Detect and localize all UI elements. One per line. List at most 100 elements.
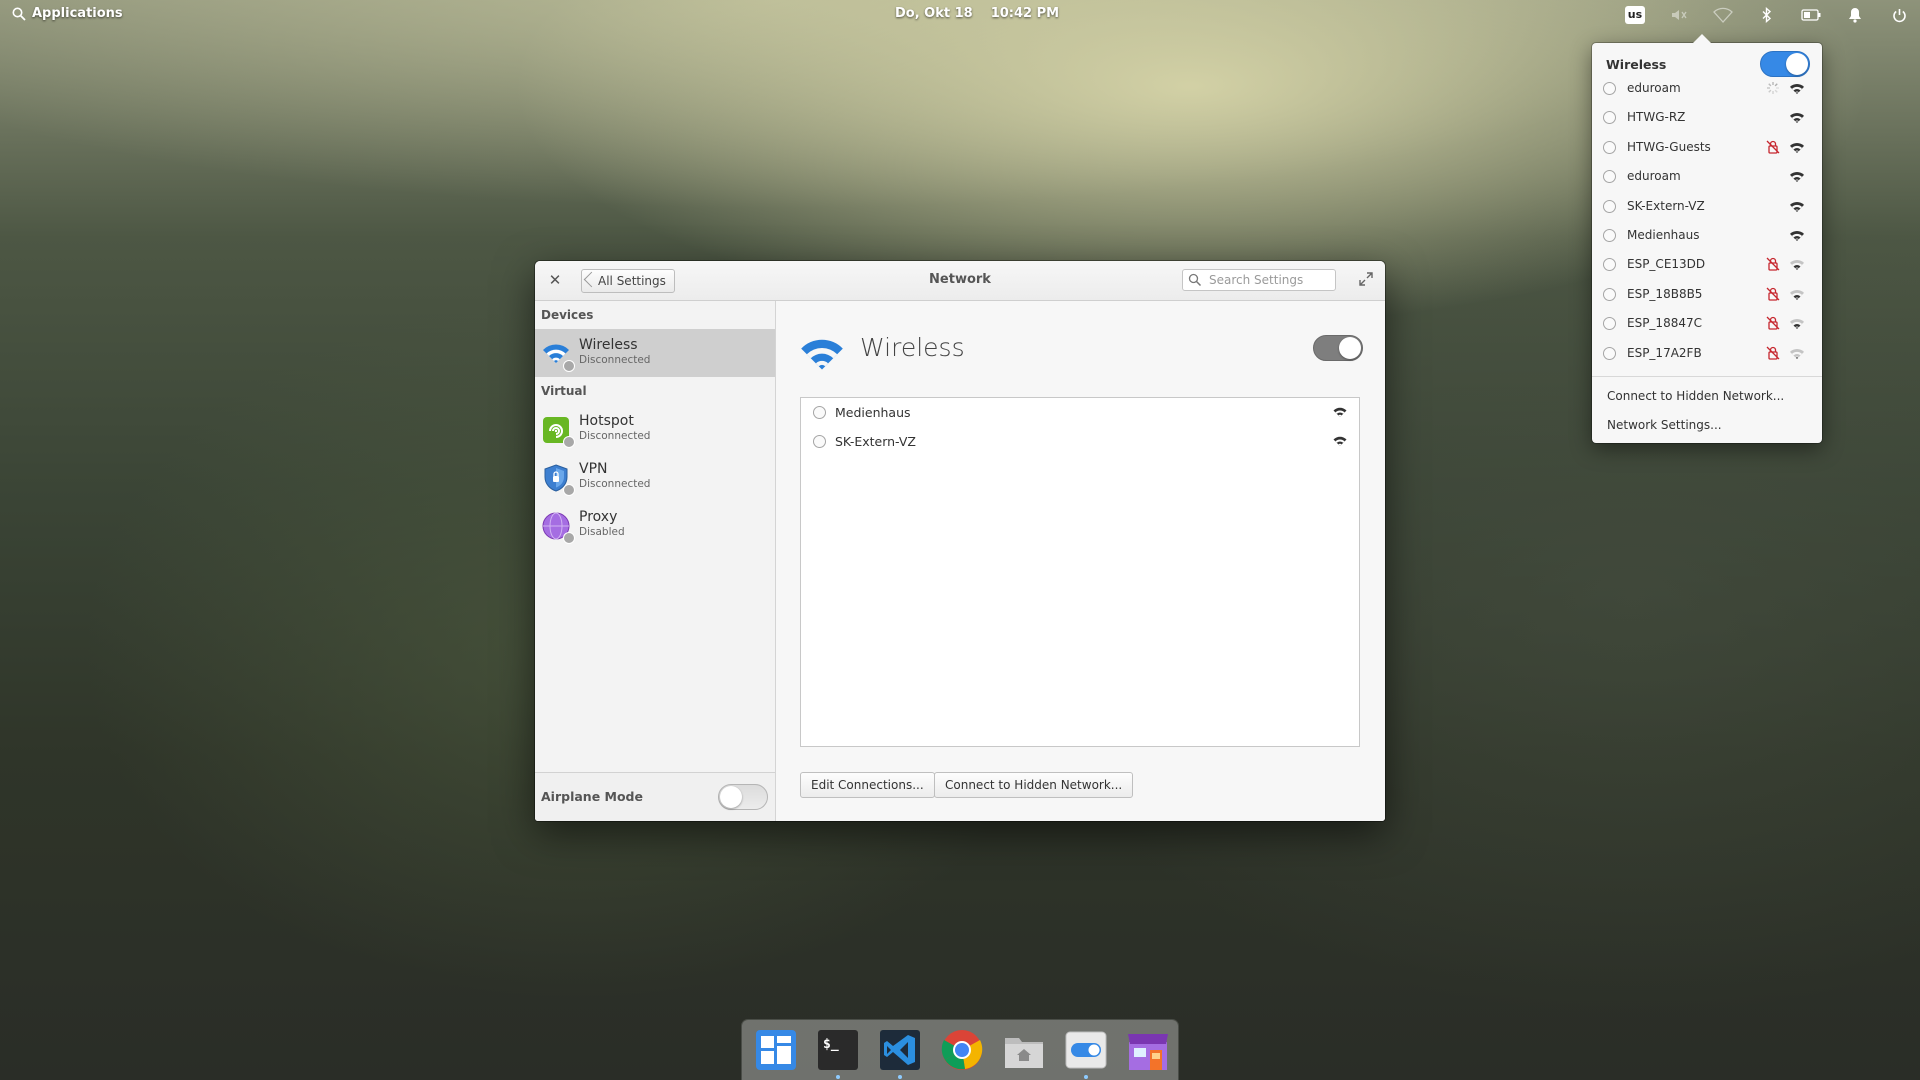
dock-item-terminal[interactable]: $_ (816, 1028, 860, 1072)
network-name: ESP_18847C (1627, 316, 1702, 331)
airplane-mode-label: Airplane Mode (541, 789, 643, 804)
network-name: HTWG-RZ (1627, 110, 1686, 125)
wifi-signal-icon (1789, 172, 1805, 183)
edit-connections-button[interactable]: Edit Connections... (800, 772, 935, 798)
sidebar-item-wireless[interactable]: Wireless Disconnected (535, 329, 775, 377)
insecure-lock-icon (1766, 140, 1780, 154)
sidebar-item-hotspot[interactable]: Hotspot Disconnected (535, 405, 775, 453)
vscode-icon (880, 1030, 920, 1070)
switch-knob (1339, 337, 1361, 359)
switch-knob (720, 786, 742, 808)
sidebar-item-label: Proxy (579, 509, 618, 525)
network-radio[interactable] (813, 435, 826, 448)
network-name: eduroam (1627, 169, 1681, 184)
network-radio[interactable] (1603, 82, 1616, 95)
wifi-signal-icon (1789, 201, 1805, 212)
session-indicator[interactable] (1888, 4, 1910, 26)
running-indicator (898, 1075, 902, 1079)
network-radio[interactable] (1603, 317, 1616, 331)
network-radio[interactable] (1603, 170, 1616, 184)
multitasking-view-icon (756, 1030, 796, 1070)
dock-item-chrome[interactable] (940, 1028, 984, 1072)
network-radio[interactable] (1603, 140, 1616, 154)
maximize-button[interactable] (1359, 272, 1375, 288)
search-box[interactable] (1182, 269, 1336, 291)
wifi-signal-icon (1789, 113, 1805, 124)
indicator-area: us (1624, 4, 1910, 26)
status-dot (563, 532, 575, 544)
connect-hidden-network-item[interactable]: Connect to Hidden Network... (1607, 389, 1784, 403)
applications-menu[interactable]: Applications (12, 6, 123, 21)
running-indicator (1084, 1075, 1088, 1079)
airplane-mode-bar: Airplane Mode (535, 772, 775, 821)
sidebar-item-label: VPN (579, 461, 608, 477)
list-item[interactable]: ESP_17A2FB (1592, 339, 1822, 368)
list-item[interactable]: SK-Extern-VZ (1592, 192, 1822, 221)
maximize-icon (1359, 272, 1373, 286)
system-settings-icon (1065, 1031, 1107, 1069)
list-item[interactable]: eduroam (1592, 74, 1822, 103)
dock-item-system-settings[interactable] (1064, 1028, 1108, 1072)
wireless-switch[interactable] (1313, 335, 1363, 361)
svg-text:$_: $_ (823, 1037, 839, 1052)
network-indicator[interactable] (1712, 4, 1734, 26)
connect-hidden-network-button[interactable]: Connect to Hidden Network... (934, 772, 1134, 798)
dock-item-vscode[interactable] (878, 1028, 922, 1072)
running-indicator (836, 1075, 840, 1079)
network-name: ESP_CE13DD (1627, 257, 1706, 272)
search-input[interactable] (1207, 272, 1331, 288)
status-dot (563, 436, 575, 448)
wifi-signal-icon (1789, 348, 1805, 359)
list-item[interactable]: HTWG-Guests (1592, 133, 1822, 162)
keyboard-layout-label: us (1624, 6, 1646, 24)
network-radio[interactable] (1603, 229, 1616, 242)
network-radio[interactable] (1603, 287, 1616, 301)
list-item[interactable]: ESP_CE13DD (1592, 250, 1822, 279)
network-radio[interactable] (1603, 346, 1616, 360)
network-name: ESP_17A2FB (1627, 345, 1702, 360)
sound-indicator[interactable] (1668, 4, 1690, 26)
network-sidebar: Devices Wireless Disconnected Virtual Ho… (535, 301, 776, 821)
airplane-mode-switch[interactable] (718, 784, 768, 810)
wifi-disconnected-icon (1713, 7, 1733, 23)
list-item[interactable]: eduroam (1592, 162, 1822, 191)
keyboard-indicator[interactable]: us (1624, 4, 1646, 26)
network-settings-item[interactable]: Network Settings... (1607, 418, 1722, 432)
sidebar-item-label: Hotspot (579, 413, 634, 429)
devices-heading: Devices (541, 308, 594, 322)
network-settings-window: ✕ All Settings Network Devices (535, 261, 1385, 821)
list-item[interactable]: ESP_18847C (1592, 309, 1822, 338)
bluetooth-indicator[interactable] (1756, 4, 1778, 26)
power-indicator[interactable] (1800, 4, 1822, 26)
date-time-indicator[interactable]: Do, Okt 18 10:42 PM (895, 6, 1059, 21)
dock-item-multitasking[interactable] (754, 1028, 798, 1072)
network-name: Medienhaus (1627, 228, 1700, 242)
search-icon (12, 7, 26, 21)
sidebar-item-proxy[interactable]: Proxy Disabled (535, 501, 775, 549)
network-name: eduroam (1627, 81, 1681, 95)
wifi-signal-icon (1789, 83, 1805, 94)
appcenter-icon (1128, 1034, 1168, 1070)
list-item[interactable]: Medienhaus (801, 398, 1359, 427)
network-radio[interactable] (1603, 199, 1616, 213)
virtual-heading: Virtual (541, 384, 587, 398)
network-radio[interactable] (1603, 258, 1616, 272)
wifi-signal-icon (1789, 230, 1805, 241)
network-popover: Wireless eduroam HTWG-RZ HTWG-Guests eduroa… (1592, 34, 1822, 443)
list-item[interactable]: HTWG-RZ (1592, 103, 1822, 132)
list-item[interactable]: Medienhaus (1592, 221, 1822, 250)
list-item[interactable]: ESP_18B8B5 (1592, 280, 1822, 309)
wireless-network-list: Medienhaus SK-Extern-VZ (800, 397, 1360, 747)
sidebar-item-status: Disconnected (579, 478, 651, 490)
notifications-indicator[interactable] (1844, 4, 1866, 26)
network-radio[interactable] (1603, 111, 1616, 125)
network-radio[interactable] (813, 406, 826, 419)
list-item[interactable]: SK-Extern-VZ (801, 427, 1359, 456)
dock-item-files[interactable] (1002, 1028, 1046, 1072)
dock-item-appcenter[interactable] (1126, 1028, 1170, 1072)
switch-knob (1786, 53, 1808, 75)
sidebar-item-label: Wireless (579, 337, 638, 353)
wifi-signal-icon (1333, 407, 1347, 417)
sidebar-item-vpn[interactable]: VPN Disconnected (535, 453, 775, 501)
insecure-lock-icon (1766, 287, 1780, 301)
